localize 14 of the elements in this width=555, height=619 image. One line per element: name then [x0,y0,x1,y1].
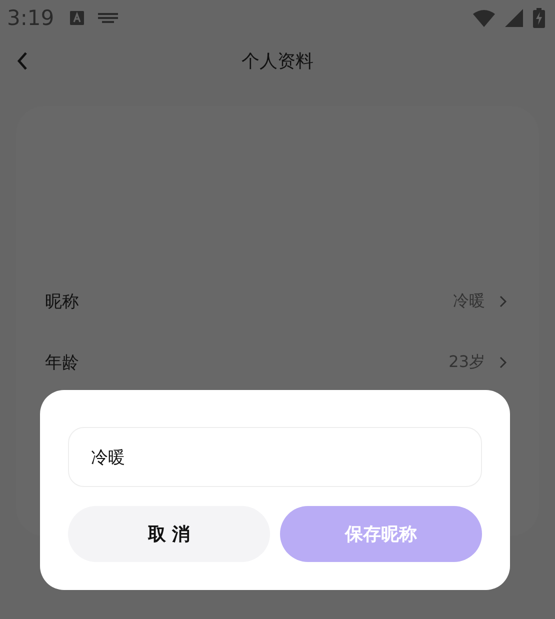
signal-icon [505,9,523,27]
keyboard-icon [98,13,118,23]
chevron-icon [499,295,507,308]
nickname-input-field[interactable]: 冷暖 [68,427,482,487]
back-icon[interactable] [16,51,28,71]
row-label: 昵称 [45,291,80,313]
row-label: 年龄 [45,352,80,374]
wifi-icon [473,9,495,27]
battery-icon [533,8,545,28]
status-time: 3:19 [7,6,54,30]
page-title: 个人资料 [242,50,314,73]
notification-icon [70,11,84,25]
cancel-button[interactable]: 取 消 [68,506,270,562]
chevron-icon [499,356,507,369]
